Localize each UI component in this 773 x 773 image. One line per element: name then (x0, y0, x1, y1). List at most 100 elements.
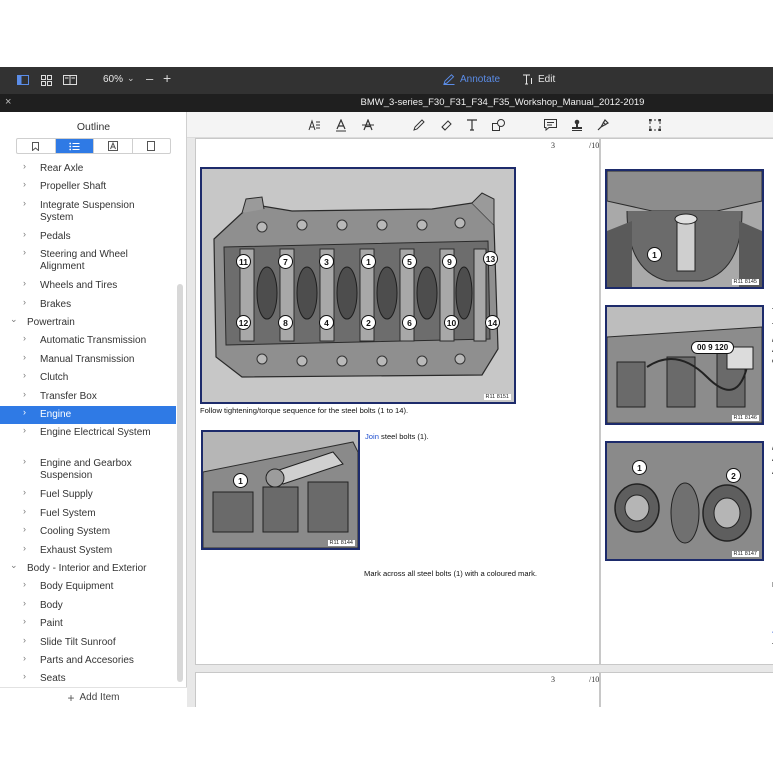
sidebar-item-label: Parts and Accesories (40, 655, 134, 666)
chevron-down-icon[interactable]: ⌄ (10, 560, 18, 571)
chevron-right-icon[interactable]: › (23, 333, 26, 343)
callout-2: 2 (361, 315, 376, 330)
signature-pen-icon[interactable] (596, 118, 610, 132)
sidebar-item-label: Brakes (40, 298, 72, 310)
chevron-right-icon[interactable]: › (23, 161, 26, 171)
outline-list: › Rear Axle › Propeller Shaft › Integrate Sus… (0, 160, 176, 684)
chevron-right-icon[interactable]: › (23, 407, 26, 417)
chevron-right-icon[interactable]: › (23, 278, 26, 288)
sidebar-item-wheels-and-tires[interactable]: › Wheels and Tires (0, 277, 176, 295)
sidebar-item-engine[interactable]: › Engine (0, 406, 176, 425)
selection-frame-icon[interactable] (648, 118, 662, 132)
eraser-icon[interactable] (439, 118, 453, 132)
callout-2: 2 (726, 468, 741, 483)
sidebar-item-automatic-transmission[interactable]: › Automatic Transmission (0, 332, 176, 350)
text-style-icon[interactable] (307, 118, 321, 132)
chevron-right-icon[interactable]: › (23, 370, 26, 380)
text-box-icon[interactable] (465, 118, 479, 132)
chevron-right-icon[interactable]: › (23, 671, 26, 681)
stamp-icon[interactable] (570, 118, 584, 132)
sidebar-item-rear-axle[interactable]: › Rear Axle (0, 160, 176, 178)
chevron-right-icon[interactable]: › (23, 456, 26, 466)
sidebar-item-manual-transmission[interactable]: › Manual Transmission (0, 351, 176, 369)
chevron-right-icon[interactable]: › (23, 543, 26, 553)
zoom-in-icon[interactable]: + (163, 70, 171, 86)
angle-gauge-drawing (607, 307, 762, 423)
sidebar-toggle-icon[interactable] (15, 73, 31, 87)
sidebar-item-propeller-shaft[interactable]: › Propeller Shaft (0, 178, 176, 196)
figure-id: R11 8146 (731, 415, 759, 421)
callout-9: 9 (442, 254, 457, 269)
sidebar-title: Outline (76, 121, 111, 133)
sidebar-scrollbar[interactable] (177, 284, 183, 682)
sidebar-item-integrate-suspension-system[interactable]: › Integrate Suspension System (0, 197, 176, 228)
sidebar-item-steering-and-wheel-alignment[interactable]: › Steering and Wheel Alignment (0, 246, 176, 277)
tab-outline-list[interactable] (55, 139, 94, 153)
callout-6: 6 (402, 315, 417, 330)
sidebar-item-exhaust-system[interactable]: › Exhaust System (0, 542, 176, 560)
edit-mode-button[interactable]: Edit (522, 74, 555, 85)
chevron-right-icon[interactable]: › (23, 297, 26, 307)
chevron-right-icon[interactable]: › (23, 524, 26, 534)
highlight-text-icon[interactable] (334, 118, 348, 132)
annotation-box-icon (107, 141, 118, 151)
pencil-icon[interactable] (412, 118, 426, 132)
sidebar-item-engine-electrical-system[interactable]: › Engine Electrical System (0, 424, 176, 455)
sidebar-item-label: Exhaust System (40, 544, 113, 556)
chevron-right-icon[interactable]: › (23, 425, 26, 435)
sidebar-item-slide-tilt-sunroof[interactable]: › Slide Tilt Sunroof (0, 634, 176, 652)
grid-view-icon[interactable] (38, 73, 54, 87)
sidebar-item-transfer-box[interactable]: › Transfer Box (0, 388, 176, 406)
document-canvas[interactable]: 3 /10 11 7 3 1 5 9 13 12 8 4 2 6 10 14 R… (187, 138, 773, 707)
plus-icon: + (67, 690, 75, 705)
chevron-right-icon[interactable]: › (23, 352, 26, 362)
sidebar-item-fuel-system[interactable]: › Fuel System (0, 505, 176, 523)
chevron-right-icon[interactable]: › (23, 198, 26, 208)
sidebar-item-brakes[interactable]: › Brakes (0, 296, 176, 314)
bolt-holes-figure: 1 2 R11 8147 (605, 441, 764, 561)
sidebar-item-engine-and-gearbox-suspension[interactable]: › Engine and Gearbox Suspension (0, 455, 176, 486)
tab-bookmarks[interactable] (17, 139, 56, 153)
sidebar-item-body-equipment[interactable]: › Body Equipment (0, 578, 176, 596)
chevron-right-icon[interactable]: › (23, 616, 26, 626)
chevron-right-icon[interactable]: › (23, 247, 26, 257)
mark-instruction: Mark across all steel bolts (1) with a c… (364, 569, 538, 578)
comment-icon[interactable] (543, 118, 557, 132)
next-page-left: 3 /10 (195, 672, 600, 707)
strikethrough-icon[interactable] (361, 118, 375, 132)
shapes-icon[interactable] (491, 118, 505, 132)
sidebar-item-paint[interactable]: › Paint (0, 615, 176, 633)
zoom-level[interactable]: 60% (103, 74, 123, 85)
tab-annotations[interactable] (94, 139, 133, 153)
two-page-view-icon[interactable] (62, 73, 78, 87)
chevron-right-icon[interactable]: › (23, 598, 26, 608)
chevron-right-icon[interactable]: › (23, 579, 26, 589)
sidebar-item-powertrain[interactable]: ⌄ Powertrain (0, 314, 176, 332)
annotate-mode-button[interactable]: Annotate (443, 74, 500, 85)
sidebar-item-seats[interactable]: › Seats (0, 670, 176, 684)
zoom-out-icon[interactable]: – (146, 71, 153, 86)
sidebar-item-body-interior-and-exterior[interactable]: ⌄ Body - Interior and Exterior (0, 560, 176, 578)
sidebar-item-body[interactable]: › Body (0, 597, 176, 615)
join-link[interactable]: Join (365, 432, 379, 441)
chevron-right-icon[interactable]: › (23, 487, 26, 497)
chevron-right-icon[interactable]: › (23, 653, 26, 663)
callout-11: 11 (236, 254, 251, 269)
sidebar-item-pedals[interactable]: › Pedals (0, 228, 176, 246)
chevron-right-icon[interactable]: › (23, 506, 26, 516)
chevron-right-icon[interactable]: › (23, 229, 26, 239)
sidebar-item-clutch[interactable]: › Clutch (0, 369, 176, 387)
chevron-right-icon[interactable]: › (23, 179, 26, 189)
chevron-right-icon[interactable]: › (23, 389, 26, 399)
document-page-left: 3 /10 11 7 3 1 5 9 13 12 8 4 2 6 10 14 R… (195, 138, 600, 665)
add-item-button[interactable]: + Add Item (0, 687, 187, 707)
sidebar-item-cooling-system[interactable]: › Cooling System (0, 523, 176, 541)
tab-thumbnails[interactable] (133, 139, 171, 153)
chevron-right-icon[interactable]: › (23, 635, 26, 645)
add-item-label: Add Item (79, 692, 120, 703)
sidebar-item-parts-and-accesories[interactable]: › Parts and Accesories (0, 652, 176, 670)
chevron-down-icon[interactable]: ⌄ (10, 314, 18, 325)
sidebar-item-label: Pedals (40, 230, 71, 242)
sidebar-item-fuel-supply[interactable]: › Fuel Supply (0, 486, 176, 504)
zoom-dropdown-icon[interactable]: ⌄ (127, 73, 135, 84)
